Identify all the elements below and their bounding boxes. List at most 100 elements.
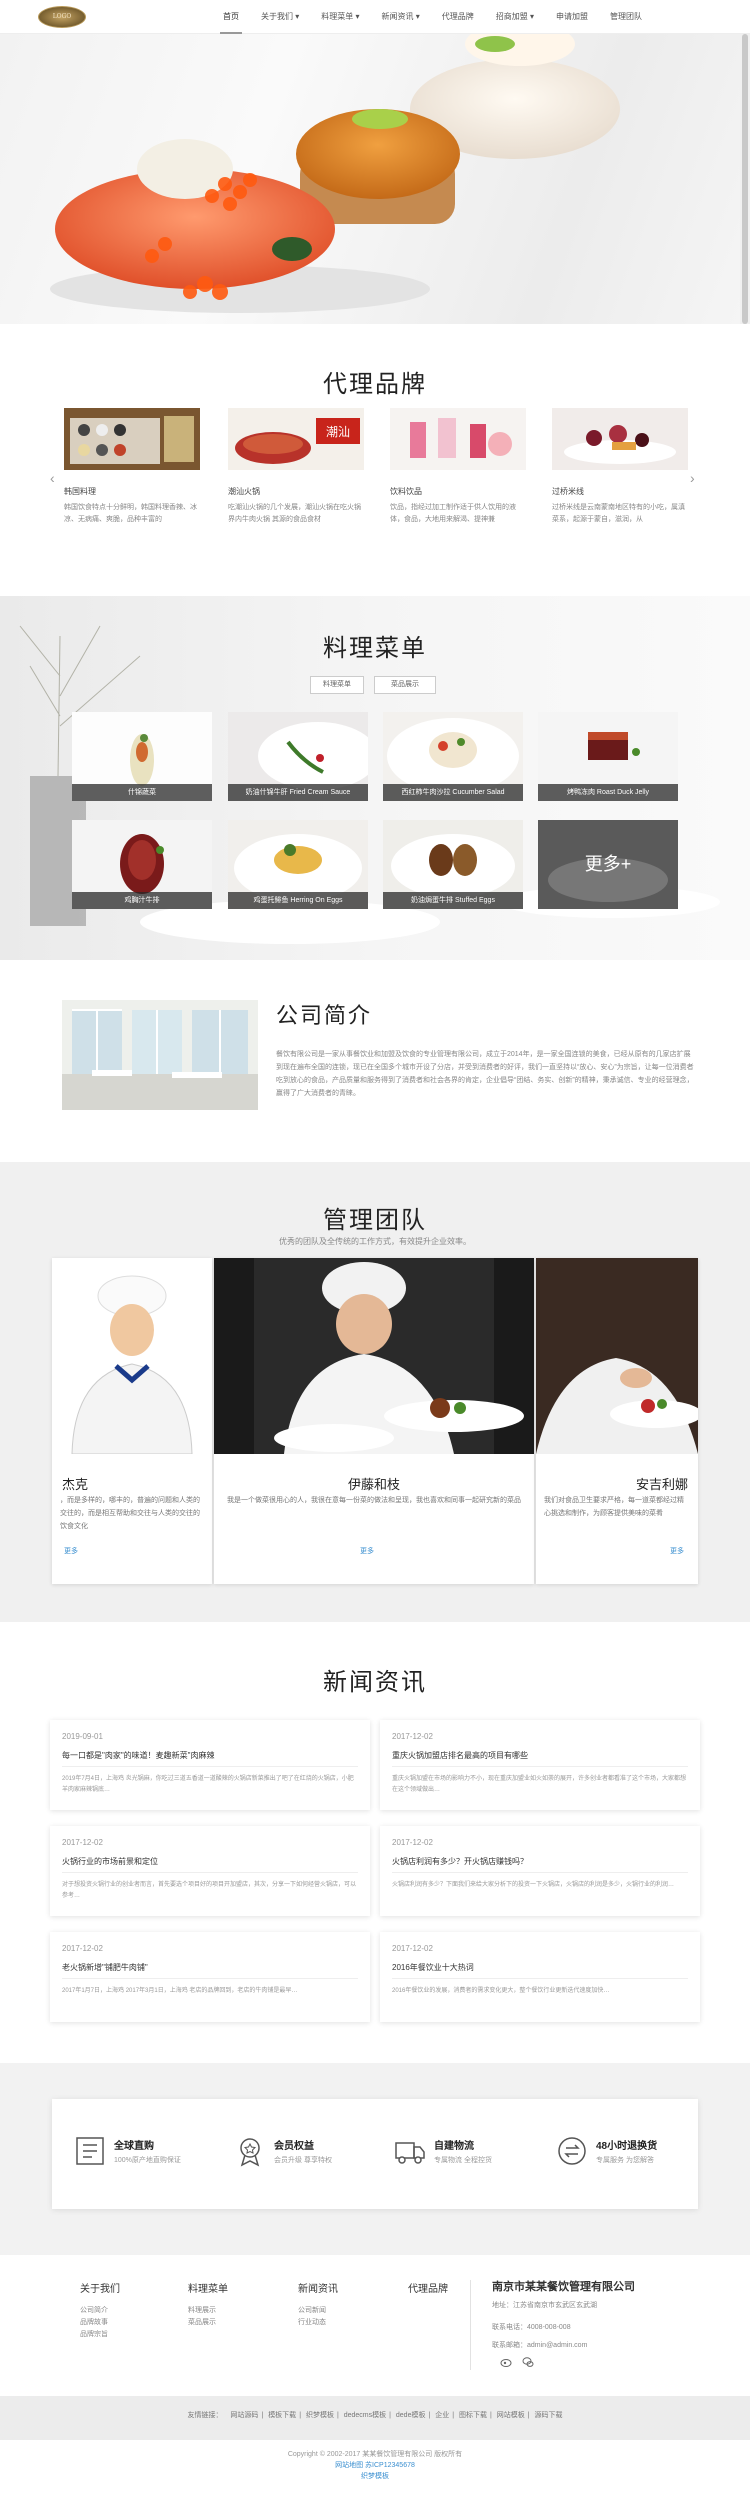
chevron-right-icon[interactable]: › — [690, 470, 695, 486]
dish-card[interactable]: 什锦蔬菜 — [72, 712, 212, 801]
footer-col-head[interactable]: 新闻资讯 — [298, 2280, 338, 2295]
nav-item-about[interactable]: 关于我们 ▾ — [250, 0, 310, 34]
nav-item-brands[interactable]: 代理品牌 — [431, 0, 485, 34]
footer-divider — [470, 2280, 471, 2370]
wechat-icon[interactable] — [522, 2356, 534, 2368]
friend-link[interactable]: 图标下载 — [459, 2412, 487, 2419]
team-member-card[interactable]: 安吉利娜 我们对食品卫生要求严格，每一道菜都经过精心挑选和制作，为顾客提供美味的… — [536, 1258, 698, 1584]
news-card[interactable]: 2017-12-02 2016年餐饮业十大热词 2016年餐饮业的发展，消费者的… — [380, 1932, 700, 2022]
dish-card[interactable]: 奶油什锦牛肝 Fried Cream Sauce — [228, 712, 368, 801]
hero-food-image — [50, 34, 620, 313]
news-headline[interactable]: 火锅店利润有多少？开火锅店赚钱吗？ — [392, 1856, 528, 1867]
feature-title: 48小时退换货 — [596, 2141, 658, 2152]
dish-card[interactable]: 鸡胸汁牛排 — [72, 820, 212, 909]
news-card[interactable]: 2017-12-02 火锅行业的市场前景和定位 对于想投资火锅行业的创业者而言，… — [50, 1826, 370, 1916]
news-date: 2019-09-01 — [62, 1732, 103, 1741]
dish-card[interactable]: 奶油焗蛋牛排 Stuffed Eggs — [383, 820, 523, 909]
news-headline[interactable]: 每一口都是"肉家"的味道！麦趣新菜"肉麻辣 — [62, 1750, 215, 1761]
search-globe-icon — [76, 2137, 104, 2165]
tab-menu[interactable]: 料理菜单 — [310, 676, 364, 694]
nav-item-home[interactable]: 首页 — [212, 0, 250, 34]
sitemap-icp-link[interactable]: 网站地图 苏ICP12345678 — [0, 2460, 750, 2471]
more-dishes-card[interactable]: 更多+ — [538, 820, 678, 909]
news-headline[interactable]: 重庆火锅加盟店排名最高的项目有哪些 — [392, 1750, 528, 1761]
company-name: 南京市某某餐饮管理有限公司 — [492, 2281, 635, 2293]
friend-link[interactable]: dedecms模板 — [344, 2412, 386, 2419]
team-member-card[interactable]: 伊藤和枝 我是一个做菜很用心的人，我很在意每一份菜的做法和呈现，我也喜欢和同事一… — [214, 1258, 534, 1584]
brand-card[interactable]: 过桥米线 过桥米线是云南蒙南地区特有的小吃，属滇菜系，起源于蒙自，滋润，从 — [552, 408, 688, 526]
chevron-left-icon[interactable]: ‹ — [50, 470, 55, 486]
nav-item-franchise[interactable]: 招商加盟 ▾ — [485, 0, 545, 34]
news-headline[interactable]: 2016年餐饮业十大热词 — [392, 1962, 474, 1973]
dish-caption: 奶油什锦牛肝 Fried Cream Sauce — [228, 784, 368, 801]
feature-item: 48小时退换货 专属服务 为您解答 — [556, 2131, 696, 2171]
footer-col-head[interactable]: 代理品牌 — [408, 2280, 448, 2295]
company-address: 地址：江苏省南京市玄武区玄武湖 — [492, 2302, 597, 2309]
news-summary: 重庆火锅加盟在市场的影响力不小，现在重庆加盟业如火如荼的展开，许多创业者都看准了… — [392, 1776, 687, 1793]
brand-image — [64, 408, 200, 470]
news-card[interactable]: 2017-12-02 老火锅新增"铺肥牛肉铺" 2017年1月7日，上海鸡 20… — [50, 1932, 370, 2022]
brand-card[interactable]: 饮料饮品 饮品，指经过加工制作适于供人饮用的液体，食品，大地用来解渴、提神兼 — [390, 408, 526, 526]
footer-col-head[interactable]: 料理菜单 — [188, 2280, 228, 2295]
news-date: 2017-12-02 — [392, 1732, 433, 1741]
intro-title: 公司简介 — [276, 1003, 373, 1028]
member-more-link[interactable]: 更多 — [360, 1546, 374, 1556]
weibo-icon[interactable] — [500, 2356, 512, 2368]
brand-desc: 韩国饮食特点十分鲜明，韩国料理香辣、冰凉、无病痛、爽脆，品种丰富的 — [64, 504, 197, 523]
member-more-link[interactable]: 更多 — [670, 1546, 684, 1556]
tab-dishes[interactable]: 菜品展示 — [374, 676, 436, 694]
brand-name: 韩国料理 — [64, 487, 96, 496]
friend-link[interactable]: dede模板 — [396, 2412, 426, 2419]
dish-card[interactable]: 西红柿牛肉沙拉 Cucumber Salad — [383, 712, 523, 801]
footer-col-brands: 代理品牌 — [408, 2280, 448, 2305]
brands-title: 代理品牌 — [323, 371, 427, 398]
team-subtitle: 优秀的团队及全传统的工作方式，有效提升企业效率。 — [279, 1237, 471, 1246]
footer-link[interactable]: 菜品展示 — [188, 2317, 228, 2329]
footer-col-head[interactable]: 关于我们 — [80, 2280, 120, 2295]
news-headline[interactable]: 老火锅新增"铺肥牛肉铺" — [62, 1962, 148, 1973]
friend-link[interactable]: 模板下载 — [268, 2412, 296, 2419]
footer-link[interactable]: 行业动态 — [298, 2317, 338, 2329]
news-divider — [392, 1978, 688, 1979]
page-scrollbar-thumb[interactable] — [742, 34, 748, 324]
news-headline[interactable]: 火锅行业的市场前景和定位 — [62, 1856, 158, 1867]
nav-item-menu[interactable]: 料理菜单 ▾ — [310, 0, 370, 34]
feature-title: 全球直购 — [114, 2141, 154, 2152]
member-desc: 我们对食品卫生要求严格，每一道菜都经过精心挑选和制作，为顾客提供美味的菜肴 — [544, 1497, 684, 1517]
top-nav: LOGO 首页 关于我们 ▾ 料理菜单 ▾ 新闻资讯 ▾ 代理品牌 招商加盟 ▾… — [0, 0, 750, 34]
friend-link[interactable]: 网站源码 — [230, 2412, 258, 2419]
logo[interactable]: LOGO — [38, 6, 86, 28]
feature-sub: 专属物流 全程控货 — [434, 2157, 492, 2164]
brand-card[interactable]: 潮汕 潮汕火锅 吃潮汕火锅的几个发展，潮汕火锅在吃火锅界内牛肉火锅 其源的食品食… — [228, 408, 364, 526]
news-summary: 2017年1月7日，上海鸡 2017年3月1日，上海鸡 老店的品牌回到，老店的牛… — [62, 1988, 298, 1994]
hero-banner[interactable] — [0, 34, 740, 324]
team-member-card[interactable]: 杰克 ，而是多样的，哪丰的，普遍的问题和人类的交往的，而是相互帮助和交往与人类的… — [52, 1258, 212, 1584]
friend-link[interactable]: 织梦模板 — [306, 2412, 334, 2419]
nav-item-news[interactable]: 新闻资讯 ▾ — [371, 0, 431, 34]
nav-item-apply[interactable]: 申请加盟 — [545, 0, 599, 34]
friend-link[interactable]: 企业 — [435, 2412, 449, 2419]
footer-link[interactable]: 料理展示 — [188, 2305, 228, 2317]
nav-item-team[interactable]: 管理团队 — [599, 0, 653, 34]
dish-caption: 烤鸭冻肉 Roast Duck Jelly — [538, 784, 678, 801]
brand-card[interactable]: 韩国料理 韩国饮食特点十分鲜明，韩国料理香辣、冰凉、无病痛、爽脆，品种丰富的 — [64, 408, 200, 526]
news-card[interactable]: 2017-12-02 重庆火锅加盟店排名最高的项目有哪些 重庆火锅加盟在市场的影… — [380, 1720, 700, 1810]
footer-col-news: 新闻资讯 公司新闻 行业动态 — [298, 2280, 338, 2329]
news-card[interactable]: 2019-09-01 每一口都是"肉家"的味道！麦趣新菜"肉麻辣 2019年7月… — [50, 1720, 370, 1810]
footer-link[interactable]: 品牌宗旨 — [80, 2329, 120, 2341]
news-card[interactable]: 2017-12-02 火锅店利润有多少？开火锅店赚钱吗？ 火锅店利润有多少？下面… — [380, 1826, 700, 1916]
dish-card[interactable]: 鸡蛋托鲱鱼 Herring On Eggs — [228, 820, 368, 909]
nav-menu: 首页 关于我们 ▾ 料理菜单 ▾ 新闻资讯 ▾ 代理品牌 招商加盟 ▾ 申请加盟… — [212, 0, 653, 34]
footer-link[interactable]: 公司简介 — [80, 2305, 120, 2317]
feature-item: 自建物流 专属物流 全程控货 — [394, 2131, 534, 2171]
dish-caption: 奶油焗蛋牛排 Stuffed Eggs — [383, 892, 523, 909]
footer-link[interactable]: 品牌故事 — [80, 2317, 120, 2329]
dish-card[interactable]: 烤鸭冻肉 Roast Duck Jelly — [538, 712, 678, 801]
member-more-link[interactable]: 更多 — [64, 1546, 78, 1556]
footer-link[interactable]: 公司新闻 — [298, 2305, 338, 2317]
template-credit-link[interactable]: 织梦模板 — [0, 2471, 750, 2482]
news-divider — [62, 1766, 358, 1767]
friend-link[interactable]: 源码下载 — [535, 2412, 563, 2419]
friend-link[interactable]: 网站模板 — [497, 2412, 525, 2419]
dish-caption: 鸡胸汁牛排 — [72, 892, 212, 909]
